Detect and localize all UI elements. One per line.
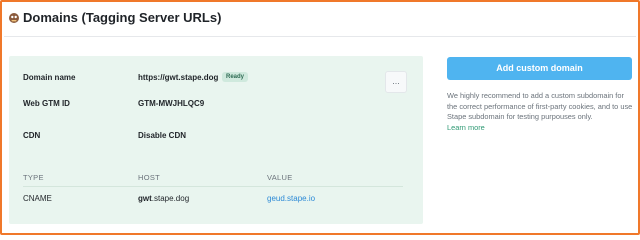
custom-domain-info: We highly recommend to add a custom subd…: [447, 91, 633, 133]
column-header-host: HOST: [138, 173, 161, 182]
web-gtm-id-label: Web GTM ID: [23, 99, 70, 108]
column-header-value: VALUE: [267, 173, 293, 182]
window-frame: Domains (Tagging Server URLs) Domain nam…: [0, 0, 640, 235]
add-custom-domain-button[interactable]: Add custom domain: [447, 57, 632, 80]
learn-more-link[interactable]: Learn more: [447, 123, 633, 134]
more-dots-icon: ...: [392, 76, 400, 86]
domain-details-panel: Domain name https://gwt.stape.dog Ready …: [9, 56, 423, 224]
column-header-type: TYPE: [23, 173, 44, 182]
more-options-button[interactable]: ...: [385, 71, 407, 93]
stape-logo-icon: [8, 12, 20, 24]
cdn-label: CDN: [23, 131, 41, 140]
web-gtm-id-value: GTM-MWJHLQC9: [138, 99, 205, 108]
dns-record-value[interactable]: geud.stape.io: [267, 194, 315, 203]
page-header: Domains (Tagging Server URLs): [8, 10, 221, 25]
dns-record-host: gwt.stape.dog: [138, 194, 190, 203]
domain-name-value: https://gwt.stape.dog: [138, 73, 219, 82]
status-badge: Ready: [222, 72, 249, 82]
table-divider: [23, 186, 403, 187]
dns-record-type: CNAME: [23, 194, 52, 203]
page-title: Domains (Tagging Server URLs): [23, 10, 222, 25]
domain-name-label: Domain name: [23, 73, 76, 82]
header-divider: [4, 36, 636, 37]
info-text: We highly recommend to add a custom subd…: [447, 91, 633, 122]
cdn-value[interactable]: Disable CDN: [138, 131, 186, 140]
